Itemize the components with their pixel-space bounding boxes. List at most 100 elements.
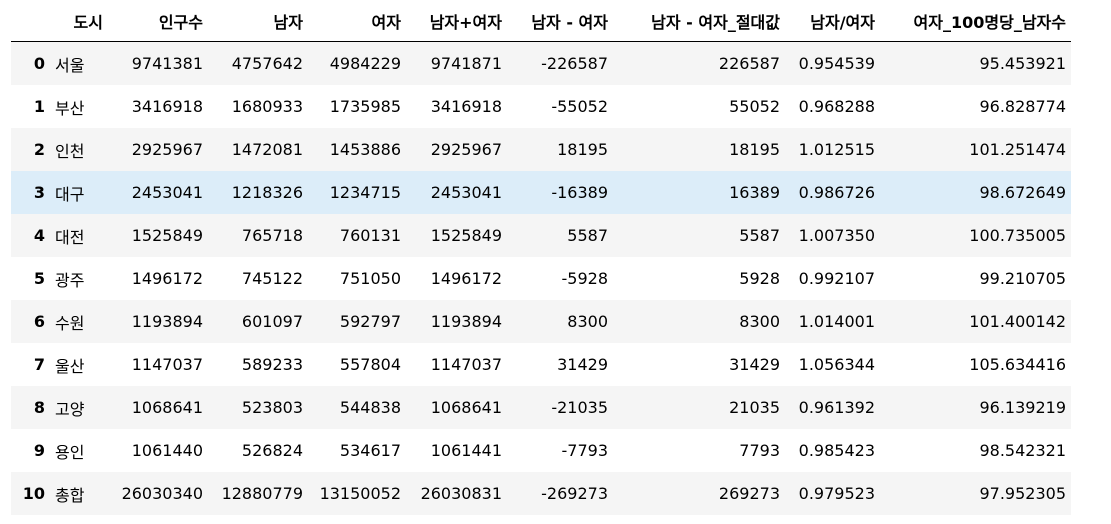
table-row[interactable]: 1 부산 3416918 1680933 1735985 3416918 -55052 550… xyxy=(11,85,1071,128)
cell-population: 1061440 xyxy=(131,441,203,460)
table-header: 도시 인구수 남자 여자 남자+여자 남자 - 여자 남자 - 여자_절대값 남… xyxy=(11,0,1071,42)
cell-population: 1193894 xyxy=(131,312,203,331)
cell-males-per-100-females: 101.400142 xyxy=(969,312,1066,331)
row-index: 3 xyxy=(33,183,45,202)
cell-city: 서울 xyxy=(55,55,85,75)
cell-males-per-100-females: 100.735005 xyxy=(969,226,1066,245)
cell-female: 544838 xyxy=(339,398,401,417)
cell-population: 3416918 xyxy=(131,97,203,116)
row-index: 0 xyxy=(33,54,45,73)
cell-abs-difference: 5928 xyxy=(739,269,780,288)
cell-male: 526824 xyxy=(241,441,303,460)
cell-female: 1453886 xyxy=(329,140,401,159)
cell-male: 745122 xyxy=(241,269,303,288)
cell-population: 2925967 xyxy=(131,140,203,159)
cell-male-minus-female: -226587 xyxy=(541,54,608,73)
header-male-minus-female: 남자 - 여자 xyxy=(507,0,613,42)
cell-female: 592797 xyxy=(339,312,401,331)
table-row[interactable]: 5 광주 1496172 745122 751050 1496172 -5928 5928 0.… xyxy=(11,257,1071,300)
cell-male-female-ratio: 0.985423 xyxy=(798,441,875,460)
table-row[interactable]: 3 대구 2453041 1218326 1234715 2453041 -16389 163… xyxy=(11,171,1071,214)
cell-male-female-ratio: 1.007350 xyxy=(798,226,875,245)
cell-male-plus-female: 2925967 xyxy=(430,140,502,159)
cell-males-per-100-females: 96.828774 xyxy=(979,97,1066,116)
cell-female: 1234715 xyxy=(329,183,401,202)
cell-male: 12880779 xyxy=(221,484,303,503)
cell-male: 765718 xyxy=(241,226,303,245)
cell-male-minus-female: -7793 xyxy=(561,441,609,460)
cell-abs-difference: 7793 xyxy=(739,441,780,460)
row-index: 2 xyxy=(33,140,45,159)
cell-population: 26030340 xyxy=(121,484,203,503)
cell-abs-difference: 8300 xyxy=(739,312,780,331)
cell-male-plus-female: 1068641 xyxy=(430,398,502,417)
cell-male-plus-female: 1496172 xyxy=(430,269,502,288)
cell-city: 울산 xyxy=(55,356,85,376)
cell-population: 1068641 xyxy=(131,398,203,417)
cell-males-per-100-females: 98.672649 xyxy=(979,183,1066,202)
cell-population: 1147037 xyxy=(131,355,203,374)
table-row[interactable]: 2 인천 2925967 1472081 1453886 2925967 18195 1819… xyxy=(11,128,1071,171)
cell-male-minus-female: -16389 xyxy=(551,183,608,202)
cell-males-per-100-females: 101.251474 xyxy=(969,140,1066,159)
cell-male-female-ratio: 0.961392 xyxy=(798,398,875,417)
cell-female: 557804 xyxy=(339,355,401,374)
header-row: 도시 인구수 남자 여자 남자+여자 남자 - 여자 남자 - 여자_절대값 남… xyxy=(11,0,1071,42)
table-row[interactable]: 8 고양 1068641 523803 544838 1068641 -21035 21035… xyxy=(11,386,1071,429)
header-index xyxy=(11,0,50,42)
cell-males-per-100-females: 97.952305 xyxy=(979,484,1066,503)
header-male: 남자 xyxy=(208,0,308,42)
cell-abs-difference: 31429 xyxy=(729,355,780,374)
cell-males-per-100-females: 96.139219 xyxy=(979,398,1066,417)
cell-males-per-100-females: 105.634416 xyxy=(969,355,1066,374)
header-abs-difference: 남자 - 여자_절대값 xyxy=(613,0,785,42)
cell-male-female-ratio: 1.014001 xyxy=(798,312,875,331)
row-index: 6 xyxy=(33,312,45,331)
cell-male-female-ratio: 1.012515 xyxy=(798,140,875,159)
cell-male-female-ratio: 0.992107 xyxy=(798,269,875,288)
cell-population: 2453041 xyxy=(131,183,203,202)
cell-male: 601097 xyxy=(241,312,303,331)
cell-male-female-ratio: 0.979523 xyxy=(798,484,875,503)
cell-abs-difference: 269273 xyxy=(718,484,780,503)
table-row[interactable]: 10 총합 26030340 12880779 13150052 26030831 -269… xyxy=(11,472,1071,515)
table-row[interactable]: 4 대전 1525849 765718 760131 1525849 5587 5587 1.0… xyxy=(11,214,1071,257)
row-index: 9 xyxy=(33,441,45,460)
table-row[interactable]: 0 서울 9741381 4757642 4984229 9741871 -226587 22… xyxy=(11,41,1071,85)
cell-population: 1525849 xyxy=(131,226,203,245)
cell-city: 대구 xyxy=(55,184,85,204)
row-index: 5 xyxy=(33,269,45,288)
cell-male-minus-female: 18195 xyxy=(557,140,608,159)
cell-male-female-ratio: 1.056344 xyxy=(798,355,875,374)
cell-city: 광주 xyxy=(55,270,85,290)
cell-males-per-100-females: 95.453921 xyxy=(979,54,1066,73)
header-male-plus-female: 남자+여자 xyxy=(406,0,507,42)
cell-population: 9741381 xyxy=(131,54,203,73)
cell-male: 1680933 xyxy=(231,97,303,116)
table-row[interactable]: 9 용인 1061440 526824 534617 1061441 -7793 7793 0.… xyxy=(11,429,1071,472)
cell-male-minus-female: 8300 xyxy=(567,312,608,331)
cell-female: 534617 xyxy=(339,441,401,460)
cell-female: 751050 xyxy=(339,269,401,288)
header-population: 인구수 xyxy=(108,0,208,42)
cell-abs-difference: 18195 xyxy=(729,140,780,159)
dataframe-container: 도시 인구수 남자 여자 남자+여자 남자 - 여자 남자 - 여자_절대값 남… xyxy=(11,0,1071,515)
cell-male: 4757642 xyxy=(231,54,303,73)
header-city: 도시 xyxy=(50,0,108,42)
cell-abs-difference: 55052 xyxy=(729,97,780,116)
dataframe-table: 도시 인구수 남자 여자 남자+여자 남자 - 여자 남자 - 여자_절대값 남… xyxy=(11,0,1071,515)
cell-male-minus-female: -55052 xyxy=(551,97,608,116)
row-index: 4 xyxy=(33,226,45,245)
cell-male-minus-female: -21035 xyxy=(551,398,608,417)
cell-males-per-100-females: 99.210705 xyxy=(979,269,1066,288)
table-row[interactable]: 6 수원 1193894 601097 592797 1193894 8300 8300 1.0… xyxy=(11,300,1071,343)
table-body: 0 서울 9741381 4757642 4984229 9741871 -226587 22… xyxy=(11,41,1071,515)
cell-population: 1496172 xyxy=(131,269,203,288)
cell-male-female-ratio: 0.986726 xyxy=(798,183,875,202)
cell-abs-difference: 5587 xyxy=(739,226,780,245)
row-index: 8 xyxy=(33,398,45,417)
row-index: 7 xyxy=(33,355,45,374)
cell-city: 총합 xyxy=(55,485,85,505)
cell-city: 대전 xyxy=(55,227,85,247)
table-row[interactable]: 7 울산 1147037 589233 557804 1147037 31429 31429 1… xyxy=(11,343,1071,386)
